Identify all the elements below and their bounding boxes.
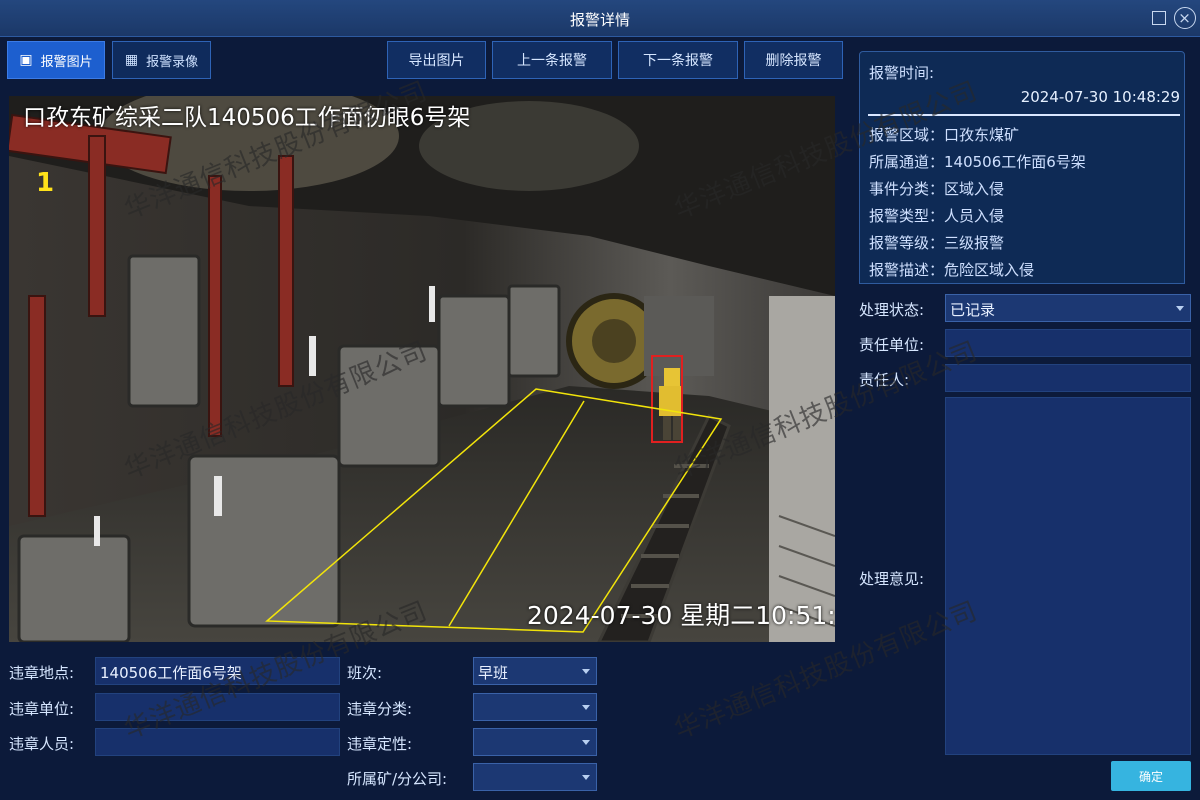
window-title: 报警详情 [569, 11, 630, 29]
tab-label: 报警图片 [40, 54, 93, 70]
chevron-down-icon [582, 705, 590, 710]
alarm-info-panel: 报警时间: 2024-07-30 10:48:29 报警区域：口孜东煤矿 所属通… [859, 51, 1185, 284]
previous-alarm-button[interactable]: 上一条报警 [492, 41, 612, 79]
violation-category-select[interactable] [473, 693, 597, 721]
alarm-area: 报警区域：口孜东煤矿 [869, 126, 1020, 144]
violation-person-input[interactable] [95, 728, 340, 756]
shift-label: 班次: [347, 664, 383, 682]
alarm-photo: 口孜东矿综采二队140506工作面仞眼6号架 1 2024-07-30 星期二1… [9, 96, 835, 642]
title-bar: 报警详情 × [0, 0, 1200, 37]
violation-unit-label: 违章单位: [9, 700, 75, 718]
tab-alarm-image[interactable]: ▣ 报警图片 [7, 41, 105, 79]
alarm-type: 报警类型：人员入侵 [869, 207, 1005, 225]
alarm-channel: 所属通道：140506工作面6号架 [869, 153, 1086, 171]
violation-location-input[interactable]: 140506工作面6号架 [95, 657, 340, 685]
violation-person-label: 违章人员: [9, 735, 75, 753]
channel-number: 1 [36, 168, 55, 198]
alarm-description: 报警描述：危险区域入侵 [869, 261, 1035, 279]
tab-label: 报警录像 [146, 54, 199, 70]
status-select[interactable]: 已记录 [945, 294, 1191, 322]
event-category: 事件分类：区域入侵 [869, 180, 1005, 198]
chevron-down-icon [1176, 306, 1184, 311]
shift-select[interactable]: 早班 [473, 657, 597, 685]
status-value: 已记录 [950, 301, 996, 319]
film-icon: ▦ [124, 52, 139, 68]
violation-location-label: 违章地点: [9, 664, 75, 682]
status-label: 处理状态: [859, 301, 925, 319]
responsible-unit-input[interactable] [945, 329, 1191, 357]
chevron-down-icon [582, 775, 590, 780]
maximize-icon [1152, 11, 1166, 25]
confirm-button[interactable]: 确定 [1111, 761, 1191, 791]
violation-nature-select[interactable] [473, 728, 597, 756]
violation-category-label: 违章分类: [347, 700, 413, 718]
camera-caption: 口孜东矿综采二队140506工作面仞眼6号架 [23, 105, 471, 131]
close-button[interactable]: × [1174, 7, 1196, 29]
close-icon: × [1178, 9, 1191, 27]
chevron-down-icon [582, 669, 590, 674]
next-alarm-button[interactable]: 下一条报警 [618, 41, 738, 79]
company-label: 所属矿/分公司: [347, 770, 448, 788]
photo-timestamp: 2024-07-30 星期二10:51:45 [527, 601, 835, 630]
maximize-button[interactable] [1148, 7, 1170, 29]
tab-alarm-video[interactable]: ▦ 报警录像 [112, 41, 211, 79]
opinion-textarea[interactable] [945, 397, 1191, 755]
opinion-label: 处理意见: [859, 570, 925, 588]
export-image-button[interactable]: 导出图片 [387, 41, 486, 79]
responsible-person-input[interactable] [945, 364, 1191, 392]
chevron-down-icon [582, 740, 590, 745]
divider [868, 114, 1180, 116]
alarm-level: 报警等级：三级报警 [869, 234, 1005, 252]
responsible-person-label: 责任人: [859, 371, 910, 389]
violation-unit-input[interactable] [95, 693, 340, 721]
image-icon: ▣ [19, 52, 33, 68]
responsible-unit-label: 责任单位: [859, 336, 925, 354]
delete-alarm-button[interactable]: 删除报警 [744, 41, 843, 79]
violation-nature-label: 违章定性: [347, 735, 413, 753]
company-select[interactable] [473, 763, 597, 791]
alarm-time-label: 报警时间: [869, 64, 935, 82]
alarm-time-value: 2024-07-30 10:48:29 [1020, 88, 1180, 106]
